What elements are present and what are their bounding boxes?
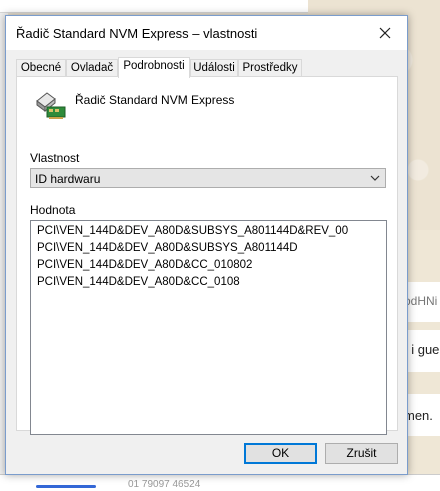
background-bottom-window: 01 79097 46524 bbox=[0, 474, 440, 491]
property-select-value: ID hardwaru bbox=[35, 172, 101, 186]
tab-prostredky[interactable]: Prostředky bbox=[238, 59, 302, 76]
tab-ovladac[interactable]: Ovladač bbox=[66, 59, 118, 76]
list-item[interactable]: PCI\VEN_144D&DEV_A80D&SUBSYS_A801144D bbox=[37, 242, 298, 254]
chevron-down-icon bbox=[370, 175, 380, 181]
background-window-top bbox=[0, 0, 308, 13]
list-item[interactable]: PCI\VEN_144D&DEV_A80D&CC_0108 bbox=[37, 276, 240, 288]
property-label: Vlastnost bbox=[30, 151, 80, 165]
tab-podrobnosti[interactable]: Podrobnosti bbox=[118, 57, 190, 78]
tab-obecne[interactable]: Obecné bbox=[16, 59, 66, 76]
chat-bubble-text: t i gue bbox=[404, 342, 440, 357]
chat-bubble-text: odHNi bbox=[404, 294, 438, 308]
tab-udalosti[interactable]: Události bbox=[190, 59, 238, 76]
dialog-title: Řadič Standard NVM Express – vlastnosti bbox=[16, 26, 258, 41]
device-name: Řadič Standard NVM Express bbox=[75, 93, 235, 107]
chat-bubble-text: men. bbox=[404, 408, 433, 423]
property-select[interactable]: ID hardwaru bbox=[30, 168, 386, 188]
cancel-button[interactable]: Zrušit bbox=[325, 443, 398, 464]
list-item[interactable]: PCI\VEN_144D&DEV_A80D&SUBSYS_A801144D&RE… bbox=[37, 225, 348, 237]
close-button[interactable] bbox=[363, 16, 407, 50]
background-bottom-text: 01 79097 46524 bbox=[128, 479, 201, 490]
details-panel: Řadič Standard NVM Express Vlastnost ID … bbox=[16, 76, 398, 435]
value-listbox[interactable]: PCI\VEN_144D&DEV_A80D&SUBSYS_A801144D&RE… bbox=[30, 220, 387, 435]
properties-dialog: Řadič Standard NVM Express – vlastnosti … bbox=[5, 15, 408, 475]
close-icon bbox=[379, 27, 391, 39]
list-item[interactable]: PCI\VEN_144D&DEV_A80D&CC_010802 bbox=[37, 259, 252, 271]
value-label: Hodnota bbox=[30, 203, 76, 217]
dialog-titlebar[interactable]: Řadič Standard NVM Express – vlastnosti bbox=[6, 16, 407, 50]
storage-controller-icon bbox=[36, 92, 66, 119]
link-underline bbox=[36, 485, 96, 488]
ok-button[interactable]: OK bbox=[244, 443, 317, 464]
